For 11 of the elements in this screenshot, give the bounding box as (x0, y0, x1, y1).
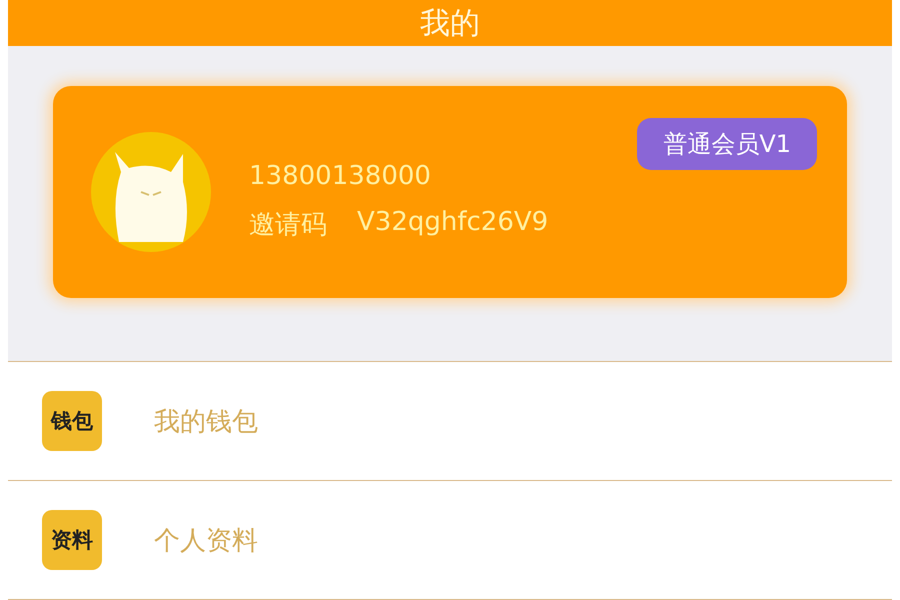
menu-label: 我的钱包 (154, 406, 258, 438)
menu-label: 个人资料 (154, 524, 258, 558)
membership-badge: 普通会员V1 (637, 118, 817, 170)
invite-code: V32qghfc26V9 (357, 206, 548, 238)
page-title: 我的 (420, 4, 480, 42)
menu-icon: 钱包 (42, 391, 102, 451)
invite-code-label: 邀请码 (249, 208, 327, 242)
menu-item[interactable]: 钱包 我的钱包 (8, 362, 892, 481)
menu-item[interactable]: 资料 个人资料 (8, 481, 892, 600)
menu-icon: 资料 (42, 510, 102, 570)
phone-number: 13800138000 (249, 160, 432, 190)
